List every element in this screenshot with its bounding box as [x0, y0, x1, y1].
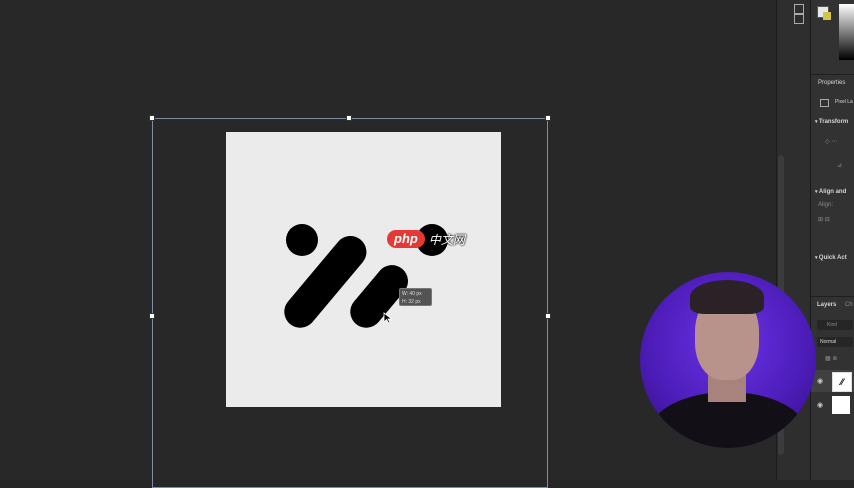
transform-handle-top-left[interactable] — [149, 115, 155, 121]
angle-field[interactable]: ⊿ — [837, 162, 842, 169]
blend-mode-value: Normal — [820, 339, 837, 345]
align-buttons[interactable]: ⊞ ⊟ — [818, 216, 830, 223]
dock-icon-2[interactable] — [794, 14, 804, 24]
align-section-title: Align and — [818, 189, 847, 195]
transform-handle-top-right[interactable] — [545, 115, 551, 121]
layer-row-background[interactable]: ◉ — [811, 394, 854, 416]
pixel-layer-label: Pixel La — [835, 99, 853, 105]
right-panel: Properties Pixel La ▾ Transform ◇ ⋯ ⊿ ▾ … — [810, 0, 854, 480]
watermark: php 中文网 — [387, 229, 465, 249]
transform-handle-left[interactable] — [149, 313, 155, 319]
quick-actions-section[interactable]: ▾ Quick Act — [815, 255, 847, 261]
layer-filter-input[interactable]: Kind — [817, 320, 853, 330]
dimension-tooltip: W: 40 px H: 32 px — [399, 288, 432, 306]
layers-tab[interactable]: Layers — [817, 302, 836, 308]
transform-fields[interactable]: ◇ ⋯ — [825, 138, 837, 145]
align-label: Align: — [818, 202, 834, 208]
background-swatch-icon[interactable] — [823, 12, 831, 20]
blend-mode-select[interactable]: Normal — [817, 337, 853, 347]
color-picker-gradient[interactable] — [839, 4, 854, 60]
artboard[interactable] — [226, 132, 501, 407]
layer-lock-icons[interactable]: ▦ ⊕ — [825, 355, 837, 362]
transform-handle-top[interactable] — [346, 115, 352, 121]
tooltip-width: W: 40 px — [402, 291, 422, 297]
tooltip-height: H: 32 px — [402, 299, 421, 305]
channels-tab[interactable]: Ch — [845, 302, 853, 308]
transform-handle-right[interactable] — [545, 313, 551, 319]
quick-actions-title: Quick Act — [818, 255, 847, 261]
pixel-layer-icon — [820, 99, 829, 107]
watermark-text: 中文网 — [428, 232, 465, 247]
transform-title: Transform — [818, 119, 849, 125]
align-section[interactable]: ▾ Align and — [815, 189, 846, 195]
layer-row-logo[interactable]: ◉ ⁄⁄ — [811, 370, 854, 392]
eye-icon[interactable]: ◉ — [817, 377, 823, 385]
watermark-pill: php — [387, 230, 425, 248]
webcam-overlay — [640, 272, 816, 448]
cursor-icon — [383, 312, 393, 324]
layer-thumbnail-logo: ⁄⁄ — [832, 372, 852, 392]
layer-filter-kind: Kind — [827, 322, 838, 328]
layer-thumbnail-background — [832, 396, 850, 414]
eye-icon[interactable]: ◉ — [817, 401, 823, 409]
properties-title[interactable]: Properties — [818, 80, 845, 86]
logo-dot-left — [286, 224, 318, 256]
dock-icon[interactable] — [794, 4, 804, 14]
transform-section[interactable]: ▾ Transform — [815, 119, 848, 125]
